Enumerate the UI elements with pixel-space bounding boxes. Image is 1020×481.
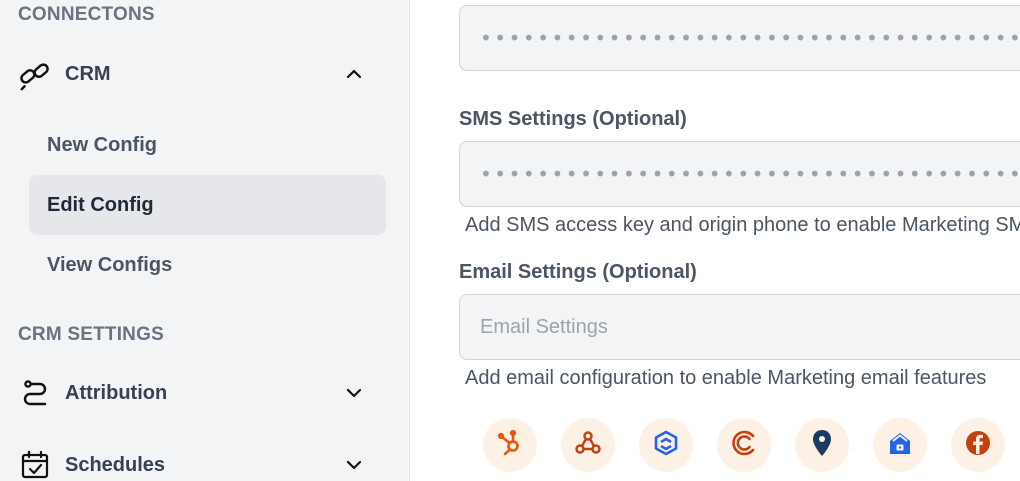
integrations-row bbox=[483, 418, 1005, 474]
sidebar-item-attribution[interactable]: Attribution bbox=[0, 369, 410, 417]
cube-integration-button[interactable] bbox=[639, 418, 693, 472]
chevron-down-icon[interactable] bbox=[344, 455, 364, 475]
route-icon bbox=[18, 376, 52, 410]
sidebar-item-schedules[interactable]: Schedules bbox=[0, 441, 410, 481]
sidebar-item-new-config[interactable]: New Config bbox=[29, 115, 386, 175]
sidebar-item-crm[interactable]: CRM bbox=[0, 50, 410, 98]
cube-icon bbox=[652, 429, 680, 462]
email-settings-helper: Add email configuration to enable Market… bbox=[465, 367, 987, 389]
sidebar-item-label: Attribution bbox=[65, 381, 168, 404]
email-settings-placeholder: Email Settings bbox=[480, 315, 608, 338]
chevron-up-icon[interactable] bbox=[344, 64, 364, 84]
config-form: ••••••••••••••••••••••••••••••••••••••••… bbox=[411, 0, 1020, 481]
sidebar-item-view-configs[interactable]: View Configs bbox=[29, 235, 386, 295]
home-lock-integration-button[interactable] bbox=[873, 418, 927, 472]
sms-settings-field[interactable]: ••••••••••••••••••••••••••••••••••••••••… bbox=[459, 141, 1020, 207]
email-settings-field[interactable]: Email Settings bbox=[459, 294, 1020, 360]
sms-settings-helper: Add SMS access key and origin phone to e… bbox=[465, 214, 1020, 236]
home-lock-icon bbox=[886, 429, 914, 462]
secret-field[interactable]: ••••••••••••••••••••••••••••••••••••••••… bbox=[459, 5, 1020, 71]
location-pin-icon bbox=[808, 428, 836, 463]
link-icon bbox=[18, 57, 52, 91]
connections-section-header: CONNECTONS bbox=[18, 4, 155, 25]
webhook-integration-button[interactable] bbox=[561, 418, 615, 472]
email-settings-label: Email Settings (Optional) bbox=[459, 261, 697, 283]
c-brand-integration-button[interactable] bbox=[717, 418, 771, 472]
crm-settings-section-header: CRM SETTINGS bbox=[18, 324, 164, 345]
sms-settings-label: SMS Settings (Optional) bbox=[459, 108, 687, 130]
calendar-check-icon bbox=[18, 448, 52, 481]
sidebar-item-label: CRM bbox=[65, 62, 111, 85]
chevron-down-icon[interactable] bbox=[344, 383, 364, 403]
masked-value: ••••••••••••••••••••••••••••••••••••••••… bbox=[480, 26, 1020, 50]
webhook-icon bbox=[574, 429, 602, 462]
facebook-icon bbox=[964, 429, 992, 462]
sidebar-item-label: Schedules bbox=[65, 453, 166, 476]
c-brand-icon bbox=[730, 429, 758, 462]
hubspot-integration-button[interactable] bbox=[483, 418, 537, 472]
hubspot-icon bbox=[496, 429, 524, 462]
facebook-integration-button[interactable] bbox=[951, 418, 1005, 472]
sidebar: CONNECTONS CRM New Config Edit Config Vi… bbox=[0, 0, 410, 481]
sidebar-item-edit-config[interactable]: Edit Config bbox=[29, 175, 386, 235]
masked-value: ••••••••••••••••••••••••••••••••••••••••… bbox=[480, 162, 1020, 186]
location-pin-integration-button[interactable] bbox=[795, 418, 849, 472]
